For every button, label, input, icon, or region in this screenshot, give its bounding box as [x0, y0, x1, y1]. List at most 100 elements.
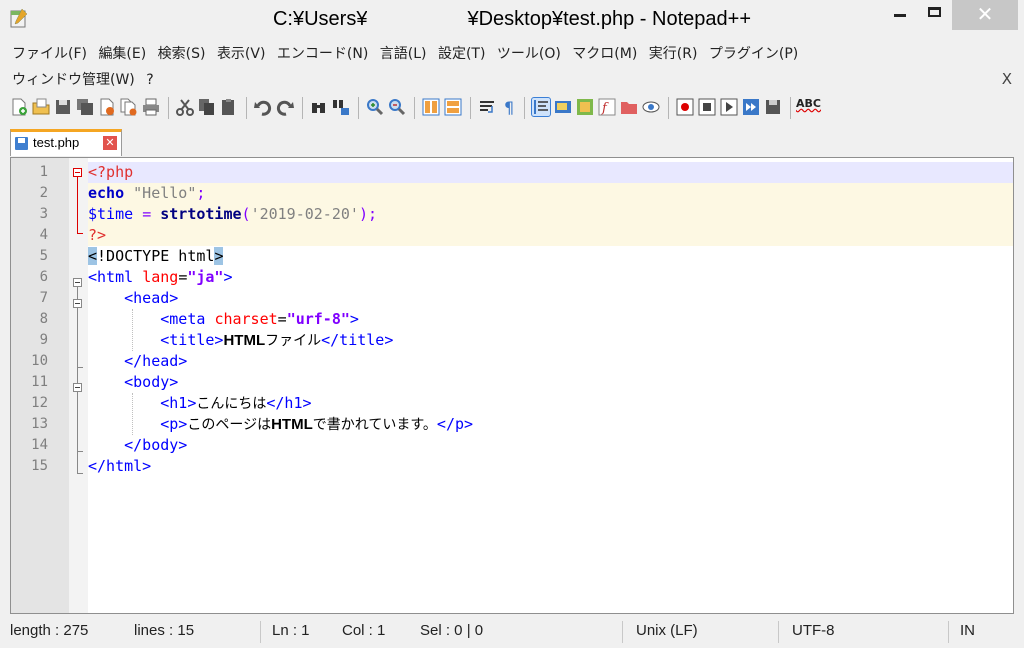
- copy-icon[interactable]: [198, 98, 216, 116]
- status-column: Col : 1: [342, 622, 386, 639]
- menu-file[interactable]: ファイル(F): [12, 42, 87, 66]
- html-attribute: lang: [142, 268, 179, 286]
- code-text-line-8: <meta charset="urf-8">: [88, 309, 359, 330]
- html-tag: <html: [88, 268, 134, 286]
- menu-encoding[interactable]: エンコード(N): [277, 42, 368, 66]
- zoom-out-icon[interactable]: [388, 98, 406, 116]
- php-open-tag: <?php: [88, 163, 134, 181]
- menu-view[interactable]: 表示(V): [217, 42, 266, 66]
- maximize-button[interactable]: [918, 0, 952, 30]
- show-all-chars-icon[interactable]: ¶: [500, 98, 518, 116]
- code-editor[interactable]: 1 2 3 4 5 6 7 8 9 10 11 12 13 14 15 <?ph…: [10, 157, 1014, 614]
- save-icon[interactable]: [54, 98, 72, 116]
- new-file-icon[interactable]: [10, 98, 28, 116]
- record-macro-icon[interactable]: [676, 98, 694, 116]
- indent-guide-icon[interactable]: [531, 97, 551, 117]
- save-macro-icon[interactable]: [764, 98, 782, 116]
- sync-vertical-icon[interactable]: [422, 98, 440, 116]
- open-file-icon[interactable]: [32, 98, 50, 116]
- code-text-line-10: </head>: [88, 351, 187, 372]
- save-state-icon: [15, 137, 28, 150]
- operator: ;: [196, 184, 206, 202]
- fold-toggle[interactable]: [73, 168, 82, 177]
- tab-close-button[interactable]: ✕: [103, 136, 117, 150]
- equals: =: [178, 268, 188, 286]
- code-text-line-15: </html>: [88, 456, 151, 477]
- folder-workspace-icon[interactable]: [620, 98, 638, 116]
- html-tag: <p>: [160, 415, 188, 433]
- document-map-icon[interactable]: [576, 98, 594, 116]
- code-line: [11, 225, 1013, 246]
- print-icon[interactable]: [142, 98, 160, 116]
- menu-macro[interactable]: マクロ(M): [572, 42, 637, 66]
- menu-search[interactable]: 検索(S): [158, 42, 206, 66]
- sync-horizontal-icon[interactable]: [444, 98, 462, 116]
- paste-icon[interactable]: [220, 98, 238, 116]
- replace-icon[interactable]: [332, 98, 350, 116]
- toolbar-separator: [246, 97, 247, 119]
- menu-run[interactable]: 実行(R): [649, 42, 698, 66]
- monitoring-icon[interactable]: [642, 98, 660, 116]
- status-separator: [948, 621, 949, 643]
- toolbar-separator: [524, 97, 525, 119]
- minimize-button[interactable]: [884, 0, 918, 30]
- redo-icon[interactable]: [276, 98, 294, 116]
- menu-edit[interactable]: 編集(E): [98, 42, 146, 66]
- html-tag: <body>: [124, 373, 179, 391]
- menu-help[interactable]: ?: [146, 68, 153, 92]
- line-number: 3: [39, 206, 48, 222]
- user-language-icon[interactable]: [554, 98, 572, 116]
- window-title-prefix: C:¥Users¥: [272, 8, 368, 30]
- text-content: で書かれています。: [312, 417, 437, 433]
- status-insert-mode[interactable]: IN: [960, 622, 976, 639]
- toolbar-separator: [302, 97, 303, 119]
- find-icon[interactable]: [310, 98, 328, 116]
- close-window-button[interactable]: ✕: [952, 0, 1018, 30]
- close-icon[interactable]: [98, 98, 116, 116]
- html-tag: </head>: [124, 352, 188, 370]
- toolbar-separator: [358, 97, 359, 119]
- fold-toggle[interactable]: [73, 383, 82, 392]
- undo-icon[interactable]: [254, 98, 272, 116]
- status-lines: lines : 15: [134, 622, 195, 639]
- cut-icon[interactable]: [176, 98, 194, 116]
- word-wrap-icon[interactable]: [478, 98, 496, 116]
- brace-match: <: [88, 247, 98, 265]
- title-bar: C:¥Users¥ ¥Desktop¥test.php - Notepad++ ✕: [0, 0, 1024, 38]
- attribute-value: "urf-8": [286, 310, 350, 328]
- run-macro-multiple-icon[interactable]: [742, 98, 760, 116]
- menu-settings[interactable]: 設定(T): [438, 42, 485, 66]
- play-macro-icon[interactable]: [720, 98, 738, 116]
- code-text-line-6: <html lang="ja">: [88, 267, 233, 288]
- tab-test-php[interactable]: test.php ✕: [10, 129, 122, 156]
- function-list-icon[interactable]: f: [598, 98, 616, 116]
- status-eol[interactable]: Unix (LF): [636, 622, 698, 639]
- menu-window[interactable]: ウィンドウ管理(W): [12, 68, 135, 92]
- spell-check-icon[interactable]: ABC: [796, 97, 821, 110]
- fold-toggle[interactable]: [73, 278, 82, 287]
- line-number: 10: [31, 353, 48, 369]
- stop-record-icon[interactable]: [698, 98, 716, 116]
- menu-language[interactable]: 言語(L): [380, 42, 427, 66]
- text-content: このページは: [187, 417, 272, 433]
- status-length: length : 275: [10, 622, 89, 639]
- code-text-line-5: <!DOCTYPE html>: [88, 246, 224, 267]
- zoom-in-icon[interactable]: [366, 98, 384, 116]
- doctype: !DOCTYPE html: [97, 247, 215, 265]
- line-number: 2: [39, 185, 48, 201]
- menu-plugins[interactable]: プラグイン(P): [709, 42, 798, 66]
- status-separator: [778, 621, 779, 643]
- status-bar: length : 275 lines : 15 Ln : 1 Col : 1 S…: [0, 618, 1024, 646]
- close-document-button[interactable]: X: [1002, 70, 1012, 88]
- close-all-icon[interactable]: [120, 98, 138, 116]
- text-content: こんにちは: [196, 396, 267, 412]
- save-all-icon[interactable]: [76, 98, 94, 116]
- equals: =: [277, 310, 287, 328]
- fold-toggle[interactable]: [73, 299, 82, 308]
- menu-tools[interactable]: ツール(O): [497, 42, 561, 66]
- status-encoding[interactable]: UTF-8: [792, 622, 835, 639]
- line-number: 4: [39, 227, 48, 243]
